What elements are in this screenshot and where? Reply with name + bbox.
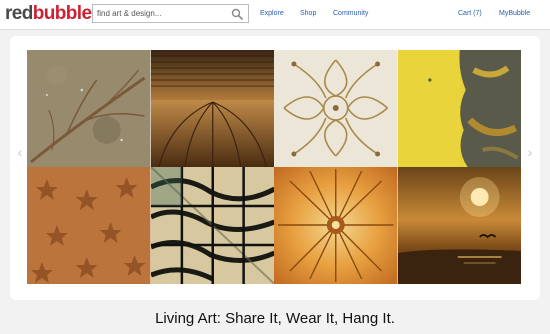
artwork-image (274, 50, 398, 167)
search-box (92, 4, 249, 23)
featured-art-slideshow: ‹ › (10, 36, 540, 300)
artwork-image (27, 50, 151, 167)
chevron-right-icon[interactable]: › (525, 144, 535, 160)
artwork-image (150, 50, 274, 167)
artwork-grid (27, 50, 521, 284)
artwork-tile-leaf-skeleton[interactable] (27, 50, 151, 167)
artwork-image (150, 167, 274, 284)
search-input[interactable] (97, 6, 227, 21)
artwork-image (397, 50, 521, 167)
artwork-tile-zebra-squares[interactable] (150, 167, 274, 284)
mybubble-link[interactable]: MyBubble (499, 9, 530, 19)
artwork-tile-bronze-metal[interactable] (150, 50, 274, 167)
nav-community-link[interactable]: Community (333, 9, 368, 19)
nav-shop-link[interactable]: Shop (300, 9, 316, 19)
artwork-tile-fractal-burst[interactable] (274, 167, 398, 284)
artwork-tile-sunset-seascape[interactable] (397, 167, 521, 284)
logo-text-bubble: bubble (32, 3, 92, 24)
cart-link[interactable]: Cart (7) (458, 9, 482, 19)
artwork-tile-yellow-texture[interactable] (397, 50, 521, 167)
chevron-left-icon[interactable]: ‹ (15, 144, 25, 160)
artwork-tile-kaleidoscope[interactable] (274, 50, 398, 167)
artwork-image (274, 167, 398, 284)
artwork-tile-starfish-pattern[interactable] (27, 167, 151, 284)
search-icon[interactable] (231, 8, 243, 20)
redbubble-logo[interactable]: redbubble (5, 3, 92, 25)
page-tagline: Living Art: Share It, Wear It, Hang It. (155, 310, 395, 327)
logo-text-red: red (5, 3, 33, 24)
top-bar: redbubble Explore Shop Community Cart (7… (0, 0, 550, 30)
nav-explore-link[interactable]: Explore (260, 9, 284, 19)
artwork-image (397, 167, 521, 284)
artwork-image (27, 167, 151, 284)
